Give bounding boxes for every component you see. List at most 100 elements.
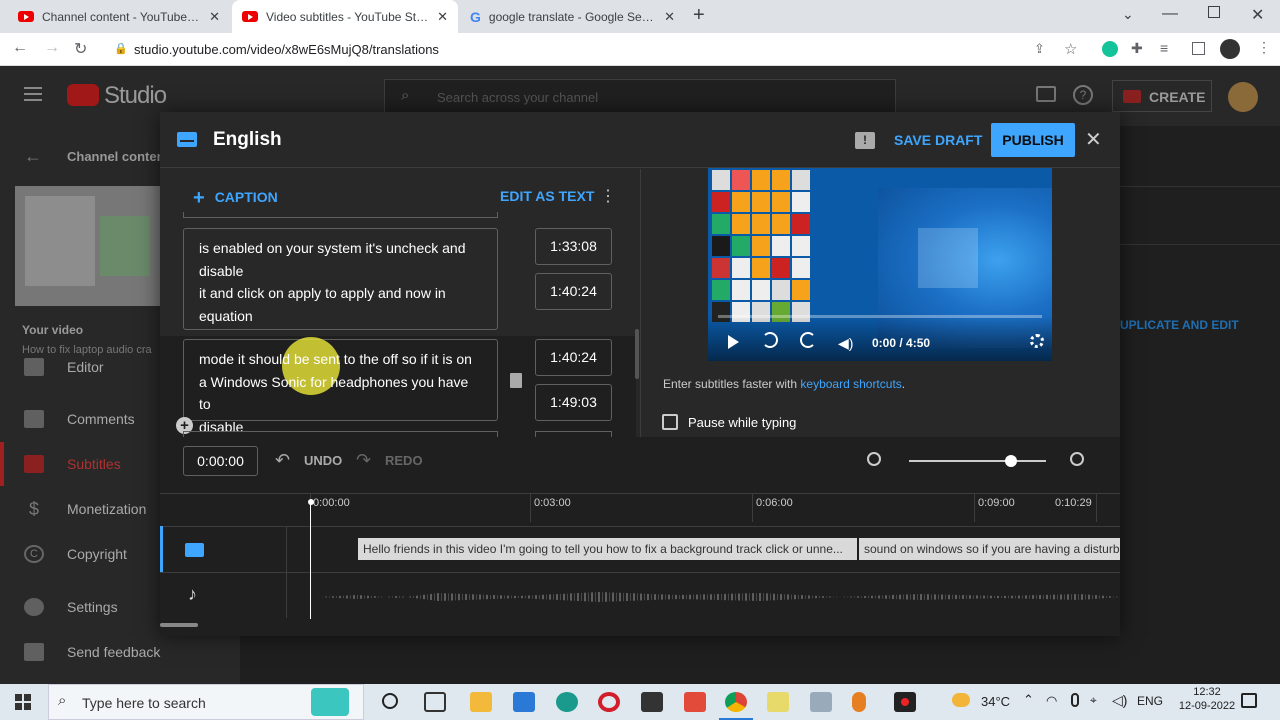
photos-icon[interactable] (810, 692, 832, 712)
video-preview-player[interactable]: ◀) 0:00 / 4:50 (708, 168, 1052, 361)
edge-icon[interactable] (556, 692, 578, 712)
video-thumbnail[interactable] (15, 186, 160, 306)
undo-button[interactable]: UNDO (304, 453, 342, 468)
grammarly-icon[interactable] (1102, 41, 1118, 57)
notifications-icon[interactable] (1241, 693, 1257, 708)
zoom-slider-thumb[interactable] (1005, 455, 1017, 467)
tab-channel-content[interactable]: Channel content - YouTube Studio ✕ (8, 0, 230, 33)
forward-10-icon[interactable] (800, 332, 816, 348)
opera-icon[interactable] (598, 692, 620, 712)
caption-start-time[interactable]: 1:33:08 (535, 228, 612, 265)
file-explorer-icon[interactable] (470, 692, 492, 712)
cortana-icon[interactable] (382, 693, 398, 709)
tab-video-subtitles[interactable]: Video subtitles - YouTube Studio ✕ (232, 0, 458, 33)
caption-text-box[interactable]: is enabled on your system it's uncheck a… (183, 228, 498, 330)
language-indicator[interactable]: ENG (1137, 694, 1163, 708)
tab-search-icon[interactable]: ⌄ (1122, 6, 1134, 23)
volume-icon[interactable]: ◀) (838, 335, 853, 352)
search-placeholder: Search across your channel (437, 90, 599, 105)
taskbar-search-box[interactable]: ⌕ Type here to search (48, 684, 364, 720)
sidebar-item-send-feedback[interactable]: Send feedback (0, 630, 240, 674)
wifi-icon[interactable]: ◠ (1046, 693, 1057, 709)
zoom-in-icon[interactable] (1070, 452, 1084, 466)
play-icon[interactable] (728, 335, 739, 349)
show-hidden-icons[interactable]: ⌃ (1023, 692, 1034, 708)
more-options-icon[interactable]: ⋮ (600, 186, 616, 206)
url-field[interactable]: 🔒 studio.youtube.com/video/x8wE6sMujQ8/t… (104, 37, 1094, 62)
mail-icon[interactable] (513, 692, 535, 712)
timeline-scrollbar[interactable] (160, 623, 198, 627)
redo-button[interactable]: REDO (385, 453, 423, 468)
trash-icon[interactable] (510, 373, 522, 388)
minimize-icon[interactable]: — (1162, 5, 1178, 23)
network-icon[interactable]: ⌖ (1090, 693, 1097, 708)
chrome-icon[interactable] (725, 692, 747, 712)
zoom-slider-track[interactable] (909, 460, 1046, 462)
weather-icon[interactable] (952, 693, 970, 707)
caption-start-time[interactable]: 1:40:24 (535, 339, 612, 376)
mic-status-icon[interactable] (1071, 693, 1079, 707)
current-time-input[interactable]: 0:00:00 (183, 446, 258, 476)
extensions-icon[interactable]: ✚ (1131, 40, 1143, 57)
hamburger-menu-icon[interactable] (24, 87, 42, 101)
rewind-10-icon[interactable] (762, 332, 778, 348)
speaker-icon[interactable]: ◁) (1112, 692, 1127, 709)
clock[interactable]: 12:32 12-09-2022 (1174, 686, 1240, 712)
browser-menu-icon[interactable]: ⋮ (1257, 39, 1271, 56)
caption-end-time[interactable]: 1:49:03 (535, 384, 612, 421)
pause-while-typing-checkbox[interactable] (662, 414, 678, 430)
playhead-knob[interactable] (308, 499, 314, 505)
reading-list-icon[interactable]: ≡ (1160, 40, 1168, 56)
player-time: 0:00 / 4:50 (872, 336, 931, 350)
edit-as-text-button[interactable]: EDIT AS TEXT (500, 188, 594, 204)
add-caption-button[interactable]: + CAPTION (193, 185, 278, 209)
caption-segment[interactable]: sound on windows so if you are having a … (859, 538, 1120, 560)
back-icon[interactable]: ← (12, 39, 28, 57)
create-button[interactable]: CREATE (1112, 80, 1212, 112)
keyboard-shortcuts-link[interactable]: keyboard shortcuts (800, 377, 901, 391)
task-view-icon[interactable] (424, 692, 446, 712)
downloader-icon[interactable] (641, 692, 663, 712)
close-dialog-icon[interactable]: ✕ (1085, 127, 1102, 152)
side-panel-icon[interactable] (1192, 42, 1205, 55)
undo-icon[interactable]: ↶ (275, 450, 290, 471)
player-settings-gear-icon[interactable] (1030, 334, 1044, 348)
help-icon[interactable]: ? (1073, 85, 1093, 105)
close-tab-icon[interactable]: ✕ (664, 9, 675, 25)
forward-icon[interactable]: → (44, 39, 60, 57)
bookmark-star-icon[interactable]: ☆ (1064, 40, 1077, 58)
close-tab-icon[interactable]: ✕ (437, 9, 448, 25)
tab-google-translate[interactable]: G google translate - Google Search ✕ (460, 0, 685, 33)
messages-icon[interactable] (1036, 86, 1056, 102)
channel-avatar[interactable] (1228, 82, 1258, 112)
zoom-out-icon[interactable] (867, 452, 881, 466)
recorder-icon[interactable] (894, 692, 916, 712)
maximize-icon[interactable] (1208, 6, 1220, 18)
microphone-icon[interactable] (852, 692, 866, 712)
channel-search-input[interactable]: ⌕ Search across your channel (384, 79, 896, 115)
close-window-icon[interactable]: ✕ (1251, 5, 1264, 25)
app-icon[interactable] (684, 692, 706, 712)
profile-avatar[interactable] (1220, 39, 1240, 59)
caption-end-time[interactable]: 1:40:24 (535, 273, 612, 310)
notes-icon[interactable] (767, 692, 789, 712)
player-progress-bar[interactable] (718, 315, 1042, 318)
publish-button[interactable]: PUBLISH (991, 123, 1075, 157)
channel-content-link[interactable]: Channel conten (67, 149, 165, 164)
share-icon[interactable]: ⇪ (1034, 41, 1045, 57)
duplicate-and-edit-link[interactable]: UPLICATE AND EDIT (1120, 318, 1239, 332)
redo-icon[interactable]: ↷ (356, 450, 371, 471)
youtube-logo-icon[interactable] (67, 84, 99, 106)
reload-icon[interactable]: ↻ (74, 39, 87, 59)
windows-start-icon[interactable] (15, 694, 31, 710)
caption-segment[interactable]: Hello friends in this video I'm going to… (358, 538, 857, 560)
caption-list-scrollbar[interactable] (635, 329, 639, 379)
save-draft-button[interactable]: SAVE DRAFT (894, 132, 982, 148)
new-tab-button[interactable]: + (693, 4, 705, 27)
back-arrow-icon[interactable]: ← (24, 146, 42, 167)
caption-text-box[interactable]: mode it should be sent to the off so if … (183, 337, 498, 435)
shortcut-hint: Enter subtitles faster with keyboard sho… (663, 377, 905, 391)
playhead-line[interactable] (310, 503, 311, 619)
close-tab-icon[interactable]: ✕ (209, 9, 220, 25)
feedback-flag-icon[interactable]: ! (855, 132, 875, 149)
